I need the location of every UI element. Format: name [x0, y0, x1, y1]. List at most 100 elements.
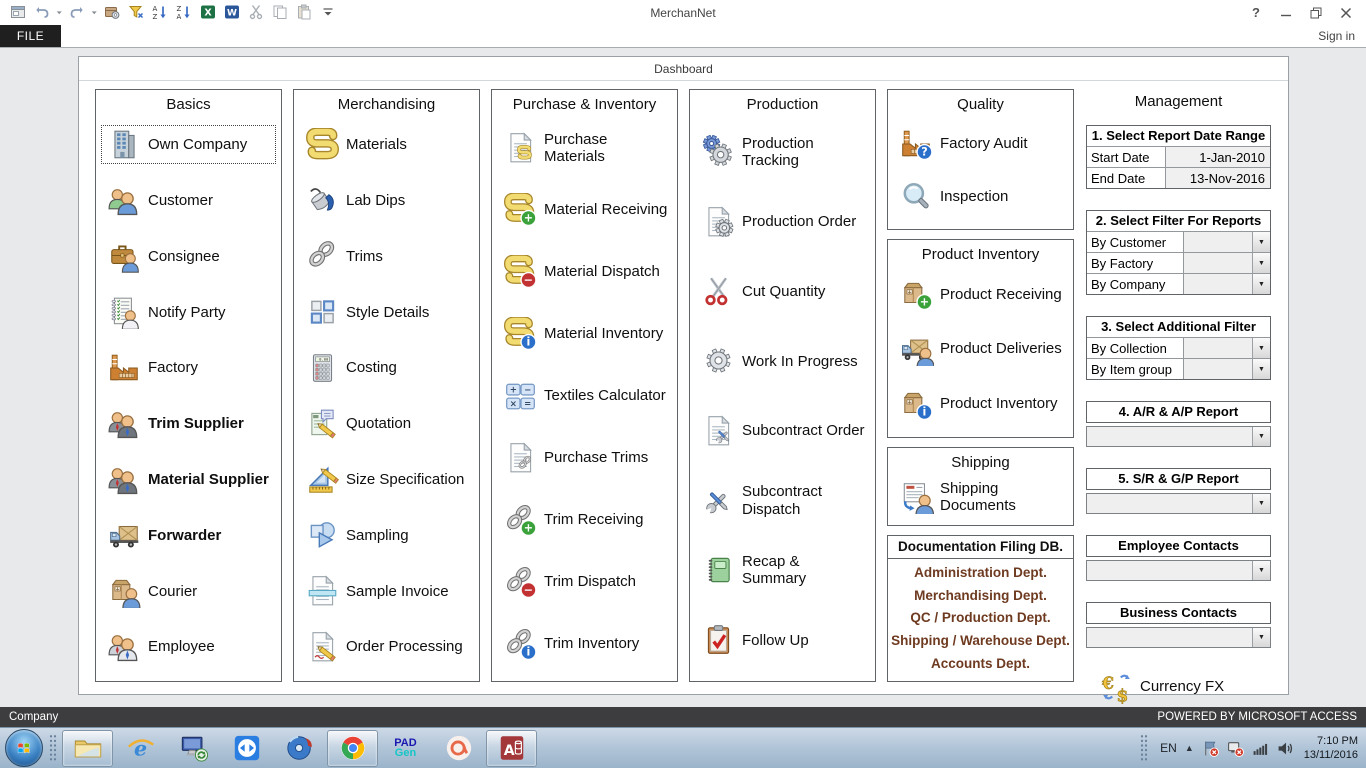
item-size-specification[interactable]: Size Specification [300, 461, 473, 498]
item-material-receiving[interactable]: +Material Receiving [498, 192, 671, 229]
item-trims[interactable]: Trims [300, 238, 473, 275]
taskbar-app-teamviewer[interactable] [221, 730, 272, 767]
taskbar-app-chrome[interactable] [327, 730, 378, 767]
undo-menu-caret-icon[interactable] [54, 1, 65, 23]
combo-by-company[interactable]: ▼ [1183, 274, 1270, 294]
help-button[interactable]: ? [1241, 2, 1271, 24]
item-purchase-trims[interactable]: Purchase Trims [498, 440, 671, 477]
redo-icon[interactable] [65, 1, 89, 23]
sort-desc-icon[interactable]: ZA [172, 1, 196, 23]
item-trim-supplier[interactable]: Trim Supplier [102, 405, 275, 442]
show-hidden-icons-button[interactable]: ▲ [1185, 743, 1194, 753]
redo-menu-caret-icon[interactable] [89, 1, 100, 23]
item-own-company[interactable]: Own Company [102, 126, 275, 163]
item-product-deliveries[interactable]: Product Deliveries [894, 330, 1067, 367]
dropdown-button[interactable]: ▼ [1252, 494, 1270, 513]
speaker-icon[interactable] [1277, 740, 1294, 757]
item-product-receiving[interactable]: +Product Receiving [894, 276, 1067, 313]
taskbar-app-access[interactable]: A [486, 730, 537, 767]
dropdown-button[interactable]: ▼ [1252, 253, 1270, 273]
taskbar-app-ie[interactable]: e [115, 730, 166, 767]
dept-link-merchandising-dept[interactable]: Merchandising Dept. [888, 588, 1073, 603]
item-materials[interactable]: Materials [300, 126, 473, 163]
item-factory[interactable]: Factory [102, 350, 275, 387]
item-textiles-calculator[interactable]: +−×=Textiles Calculator [498, 378, 671, 415]
item-production-tracking[interactable]: Production Tracking [696, 133, 869, 170]
combo-by-customer[interactable]: ▼ [1183, 232, 1270, 252]
dept-link-administration-dept[interactable]: Administration Dept. [888, 565, 1073, 580]
cut-icon[interactable] [244, 1, 268, 23]
item-follow-up[interactable]: Follow Up [696, 622, 869, 659]
item-inspection[interactable]: Inspection [894, 178, 1067, 215]
combo-4-a-r-a-p-report[interactable]: ▼ [1086, 426, 1271, 447]
export-word-icon[interactable]: W [220, 1, 244, 23]
tab-dashboard[interactable]: Dashboard [79, 57, 1288, 81]
close-button[interactable] [1331, 2, 1361, 24]
item-courier[interactable]: Courier [102, 573, 275, 610]
taskbar-app-explorer[interactable] [62, 730, 113, 767]
item-work-in-progress[interactable]: Work In Progress [696, 343, 869, 380]
item-sampling[interactable]: Sampling [300, 517, 473, 554]
more-commands-icon[interactable] [316, 1, 340, 23]
start-button[interactable] [5, 729, 43, 767]
item-order-processing[interactable]: Order Processing [300, 629, 473, 666]
taskbar-app-padgen[interactable]: PADGen [380, 730, 431, 767]
combo-by-factory[interactable]: ▼ [1183, 253, 1270, 273]
file-tab[interactable]: FILE [0, 25, 61, 47]
dropdown-button[interactable]: ▼ [1252, 561, 1270, 580]
end-date-value[interactable]: 13-Nov-2016 [1165, 168, 1270, 188]
sign-in-link[interactable]: Sign in [1318, 25, 1355, 47]
item-trim-inventory[interactable]: iTrim Inventory [498, 626, 671, 663]
dropdown-button[interactable]: ▼ [1252, 359, 1270, 379]
item-material-inventory[interactable]: iMaterial Inventory [498, 316, 671, 353]
item-costing[interactable]: 0.00Costing [300, 350, 473, 387]
sort-asc-icon[interactable]: AZ [148, 1, 172, 23]
item-material-dispatch[interactable]: −Material Dispatch [498, 254, 671, 291]
item-factory-audit[interactable]: ?Factory Audit [894, 125, 1067, 162]
combo-by-collection[interactable]: ▼ [1183, 338, 1270, 358]
item-subcontract-order[interactable]: Subcontract Order [696, 412, 869, 449]
dept-link-qc-production-dept[interactable]: QC / Production Dept. [888, 610, 1073, 625]
dropdown-button[interactable]: ▼ [1252, 274, 1270, 294]
item-forwarder[interactable]: Forwarder [102, 517, 275, 554]
item-subcontract-dispatch[interactable]: Subcontract Dispatch [696, 482, 869, 519]
combo-5-s-r-g-p-report[interactable]: ▼ [1086, 493, 1271, 514]
undo-icon[interactable] [30, 1, 54, 23]
item-trim-dispatch[interactable]: −Trim Dispatch [498, 564, 671, 601]
combo-business-contacts[interactable]: ▼ [1086, 627, 1271, 648]
dropdown-button[interactable]: ▼ [1252, 232, 1270, 252]
paste-icon[interactable] [292, 1, 316, 23]
combo-by-item-group[interactable]: ▼ [1183, 359, 1270, 379]
taskbar-grip[interactable] [49, 734, 57, 762]
network-signal-icon[interactable] [1252, 740, 1269, 757]
export-excel-icon[interactable]: X [196, 1, 220, 23]
filter-icon[interactable] [124, 1, 148, 23]
item-lab-dips[interactable]: Lab Dips [300, 182, 473, 219]
taskbar-app-nero[interactable] [274, 730, 325, 767]
dropdown-button[interactable]: ▼ [1252, 338, 1270, 358]
tray-grip[interactable] [1140, 734, 1148, 762]
action-center-icon[interactable] [1202, 740, 1219, 757]
item-cut-quantity[interactable]: Cut Quantity [696, 273, 869, 310]
dept-link-shipping-warehouse-dept[interactable]: Shipping / Warehouse Dept. [888, 633, 1073, 648]
start-date-value[interactable]: 1-Jan-2010 [1165, 147, 1270, 167]
dropdown-button[interactable]: ▼ [1252, 427, 1270, 446]
item-material-supplier[interactable]: Material Supplier [102, 461, 275, 498]
item-customer[interactable]: Customer [102, 182, 275, 219]
restore-button[interactable] [1301, 2, 1331, 24]
item-recap-summary[interactable]: Recap & Summary [696, 552, 869, 589]
combo-employee-contacts[interactable]: ▼ [1086, 560, 1271, 581]
copy-icon[interactable] [268, 1, 292, 23]
item-purchase-materials[interactable]: Purchase Materials [498, 130, 671, 167]
item-product-inventory[interactable]: iProduct Inventory [894, 385, 1067, 422]
item-notify-party[interactable]: Notify Party [102, 294, 275, 331]
device-problem-icon[interactable] [1227, 740, 1244, 757]
taskbar-app-ammyy[interactable] [433, 730, 484, 767]
clock[interactable]: 7:10 PM 13/11/2016 [1304, 734, 1358, 763]
item-currency-fx[interactable]: €$Currency FX [1097, 669, 1272, 704]
taskbar-app-remote-desktop[interactable] [168, 730, 219, 767]
item-quotation[interactable]: Quotation [300, 405, 473, 442]
item-production-order[interactable]: Production Order [696, 203, 869, 240]
dept-link-accounts-dept[interactable]: Accounts Dept. [888, 656, 1073, 671]
item-employee[interactable]: Employee [102, 629, 275, 666]
